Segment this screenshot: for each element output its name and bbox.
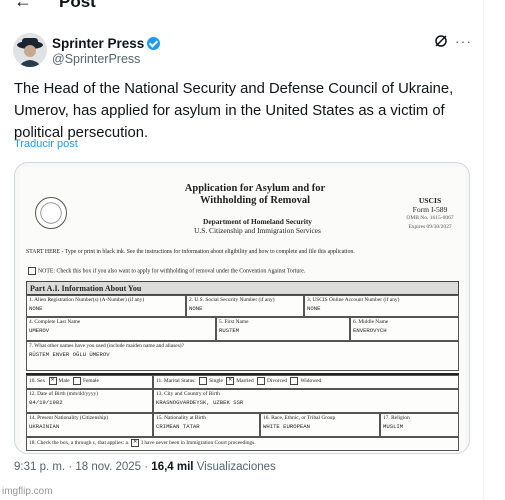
f10-label: 10. Sex [29,378,46,385]
f13-value: KRASNOGVARDEYSK, UZBEK SSR [156,398,244,406]
form-field-2: 2. U.S. Social Security Number (if any) N… [186,295,304,317]
f4-value: UMEROV [29,326,50,334]
checkbox-single [199,377,208,385]
f3-label: 3. USCIS Online Account Number (if any) [307,297,400,303]
checkbox-female [72,377,81,385]
form-field-12: 12. Date of Birth (mm/dd/yyyy) 04/19/1982 [26,389,153,413]
f3-value: NONE [307,304,321,312]
f7-value: RÜSTEM ENVER OĞLU ÜMEROV [29,350,110,358]
checkbox-male-checked: ✕ [48,377,57,385]
f5-label: 5. First Name [219,319,249,325]
form-dept-name: Department of Homeland Security [203,217,312,226]
f10-male: Male [58,378,70,385]
form-number: Form I-589 [412,204,448,214]
view-count-label: Visualizaciones [196,461,276,473]
form-omb: OMB No. 1615-0067 [406,215,454,221]
f15-label: 15. Nationality at Birth [156,415,207,421]
author-name-text[interactable]: Sprinter Press [52,36,144,51]
author-name[interactable]: Sprinter Press [52,36,161,51]
f16-value: WHITE EUROPEAN [263,422,310,430]
form-field-11: 11. Marital Status: Single ✕ Married Divo… [153,375,459,389]
translate-link[interactable]: Traducir post [14,138,78,150]
f11-single: Single [209,378,223,385]
dhs-seal-icon [35,197,67,229]
form-field-17: 17. Religion MUSLIM [380,413,459,437]
checkbox-18a-checked: ✕ [131,439,140,447]
f18-a: a. [125,440,130,447]
grok-icon[interactable] [434,34,448,52]
imgflip-watermark: imgflip.com [2,486,53,497]
meta-separator: · [68,461,73,473]
avatar[interactable] [13,33,47,67]
timeline-border [483,0,484,500]
f17-value: MUSLIM [383,422,404,430]
form-field-4: 4. Complete Last Name UMEROV [26,317,216,341]
f17-label: 17. Religion [383,415,410,421]
form-agency: U.S. Citizenship and Immigration Service… [194,226,321,235]
f6-value: ENVEROVYCH [353,326,387,334]
tweet-image[interactable]: Application for Asylum and for Withholdi… [14,162,470,454]
form-expires: Expires 09/30/2027 [408,223,452,230]
form-field-3: 3. USCIS Online Account Number (if any) N… [304,295,459,317]
f2-label: 2. U.S. Social Security Number (if any) [189,297,275,303]
form-field-5: 5. First Name RUSTEM [216,317,350,341]
tweet-meta: 9:31 p. m. · 18 nov. 2025 · 16,4 mil Vis… [14,461,276,473]
f4-label: 4. Complete Last Name [29,319,81,325]
form-checkbox [28,267,36,275]
form-field-15: 15. Nationality at Birth CRIMEAN TATAR [153,413,260,437]
form-part-title: Part A.I. Information About You [26,281,459,295]
f12-value: 04/19/1982 [29,398,63,406]
f5-value: RUSTEM [219,326,240,334]
f12-label: 12. Date of Birth (mm/dd/yyyy) [29,391,99,397]
f16-label: 16. Race, Ethnic, or Tribal Group [263,415,336,421]
f7-label: 7. What other names have you used (inclu… [29,343,184,349]
checkbox-widowed [290,377,299,385]
f13-label: 13. City and Country of Birth [156,391,220,397]
f14-label: 14. Present Nationality (Citizenship) [29,415,109,421]
form-field-14: 14. Present Nationality (Citizenship) UKR… [26,413,153,437]
form-field-16: 16. Race, Ethnic, or Tribal Group WHITE E… [260,413,380,437]
f11-widowed: Widowed [300,378,322,385]
arrow-left-icon[interactable]: ← [14,0,32,10]
form-field-6: 6. Middle Name ENVEROVYCH [350,317,459,341]
form-field-18: 18. Check the box, a through c, that app… [26,437,459,451]
asylum-form: Application for Asylum and for Withholdi… [20,167,465,453]
f18-a-text: I have never been in Immigration Court p… [141,440,256,447]
f18-label: 18. Check the box, a through c, that app… [29,440,125,447]
form-id-block: USCIS Form I-589 OMB No. 1615-0067 Expir… [396,196,464,231]
f11-married: Married [236,378,254,385]
form-department: Department of Homeland Security U.S. Cit… [170,217,345,235]
tweet-text: The Head of the National Security and De… [14,81,454,141]
tweet-time[interactable]: 9:31 p. m. [14,461,65,473]
f10-female: Female [82,378,99,385]
f6-label: 6. Middle Name [353,319,389,325]
f1-value: NONE [29,304,43,312]
author-handle[interactable]: @SprinterPress [52,52,140,66]
form-field-7: 7. What other names have you used (inclu… [26,341,459,371]
form-title: Application for Asylum and for Withholdi… [184,183,326,206]
form-note-text: NOTE: Check this box if you also want to… [38,268,306,275]
f14-value: UKRAINIAN [29,422,60,430]
form-field-10: 10. Sex ✕ Male Female [26,375,153,389]
form-note: NOTE: Check this box if you also want to… [26,267,456,275]
f11-divorced: Divorced [267,378,288,385]
more-options-icon[interactable]: ··· [455,33,472,49]
checkbox-divorced [257,377,266,385]
f2-value: NONE [189,304,203,312]
form-field-1: 1. Alien Registration Number(s) (A-Numbe… [26,295,186,317]
form-start-here: START HERE - Type or print in black ink.… [26,249,355,255]
checkbox-married-checked: ✕ [226,377,235,385]
form-field-13: 13. City and Country of Birth KRASNOGVARD… [153,389,459,413]
verified-badge-icon [147,37,161,50]
page-title: Post [59,0,96,11]
f1-label: 1. Alien Registration Number(s) (A-Numbe… [29,297,145,303]
tweet-date[interactable]: 18 nov. 2025 [75,461,141,473]
meta-separator: · [144,461,149,473]
f11-label: 11. Marital Status: [156,378,196,385]
view-count: 16,4 mil [151,461,194,473]
page-header: ← Post [0,0,480,16]
f15-value: CRIMEAN TATAR [156,422,200,430]
